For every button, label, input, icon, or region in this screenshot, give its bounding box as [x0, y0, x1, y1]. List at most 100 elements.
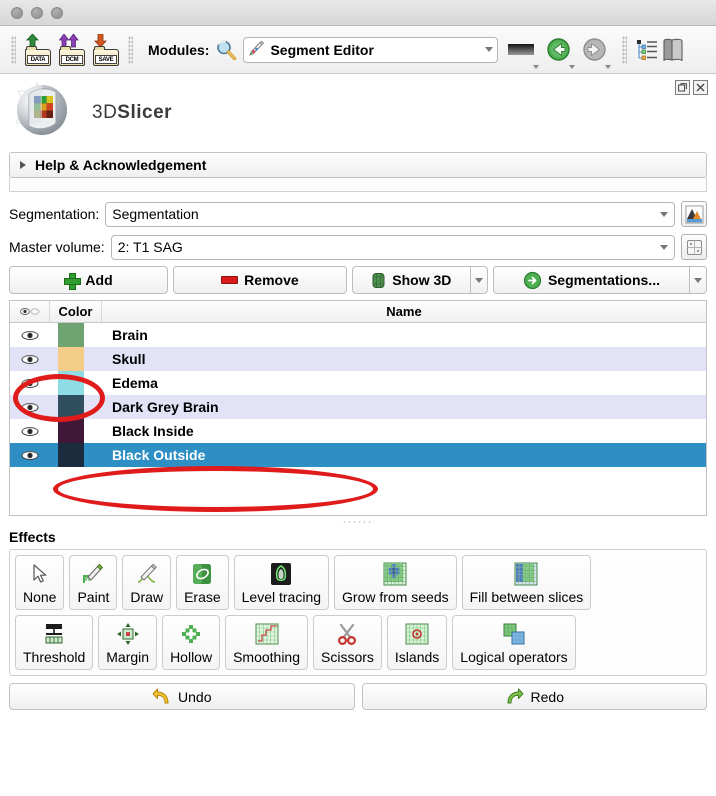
toolbar-grip-2[interactable] [128, 35, 133, 64]
segment-row[interactable]: Edema [10, 371, 706, 395]
forward-history-chevron-icon[interactable] [605, 65, 612, 69]
module-selector-value: Segment Editor [270, 41, 374, 58]
effect-label: Logical operators [460, 649, 568, 665]
load-data-button[interactable]: DATA [23, 33, 53, 66]
segment-visibility-toggle[interactable] [10, 371, 50, 395]
effect-label: Paint [77, 589, 110, 605]
effect-button-grow-from-seeds[interactable]: Grow from seeds [334, 555, 457, 610]
show-3d-label: Show 3D [392, 272, 452, 288]
segment-color-cell[interactable] [50, 347, 102, 371]
effect-button-none[interactable]: None [15, 555, 65, 610]
redo-button[interactable]: Redo [361, 683, 707, 710]
main-toolbar: DATA DCM SAVE Modules: Segment Editor [0, 26, 716, 74]
favorites-chevron-down-icon[interactable] [533, 65, 540, 69]
load-dicom-label: DCM [61, 54, 83, 64]
window-close-dot[interactable] [11, 6, 23, 19]
segmentations-label: Segmentations... [547, 272, 660, 288]
save-data-button[interactable]: SAVE [91, 33, 121, 66]
segment-color-cell[interactable] [50, 419, 102, 443]
segment-visibility-toggle[interactable] [10, 395, 50, 419]
extensions-manager-icon[interactable] [662, 37, 684, 63]
visibility-column-header[interactable] [10, 301, 50, 322]
show-3d-icon [372, 272, 385, 288]
eye-icon [21, 354, 39, 364]
help-section-body [9, 178, 707, 192]
close-panel-button[interactable] [693, 80, 708, 95]
toolbar-grip[interactable] [11, 35, 16, 64]
segment-visibility-toggle[interactable] [10, 347, 50, 371]
effect-button-threshold[interactable]: Threshold [15, 615, 94, 670]
segment-color-cell[interactable] [50, 323, 102, 347]
effect-button-fill-between-slices[interactable]: Fill between slices [461, 555, 592, 610]
chevron-down-icon [660, 211, 668, 217]
segment-color-cell[interactable] [50, 443, 102, 467]
segment-visibility-toggle[interactable] [10, 419, 50, 443]
effect-button-smoothing[interactable]: Smoothing [225, 615, 309, 670]
segment-table: Color Name Brain Skull Edema Dark Grey Brai… [9, 300, 707, 516]
segment-name-cell[interactable]: Brain [102, 323, 706, 347]
back-history-chevron-icon[interactable] [569, 65, 576, 69]
effect-button-draw[interactable]: Draw [122, 555, 172, 610]
master-volume-label: Master volume: [9, 239, 105, 255]
slicer-logo-icon [15, 81, 67, 135]
segmentation-combobox[interactable]: Segmentation [105, 201, 675, 227]
undo-button[interactable]: Undo [9, 683, 355, 710]
toolbar-grip-3[interactable] [622, 35, 628, 64]
effect-button-logical-operators[interactable]: Logical operators [452, 615, 576, 670]
segmentations-options-button[interactable] [689, 266, 707, 294]
segment-row[interactable]: Dark Grey Brain [10, 395, 706, 419]
panel-splitter[interactable] [9, 516, 707, 528]
effect-button-scissors[interactable]: Scissors [313, 615, 382, 670]
segment-name-cell[interactable]: Skull [102, 347, 706, 371]
segment-row[interactable]: Black Inside [10, 419, 706, 443]
effect-button-margin[interactable]: Margin [98, 615, 158, 670]
effect-button-paint[interactable]: Paint [69, 555, 118, 610]
segment-name-cell[interactable]: Dark Grey Brain [102, 395, 706, 419]
window-zoom-dot[interactable] [51, 6, 63, 19]
add-segment-button[interactable]: Add [9, 266, 169, 294]
load-data-label: DATA [27, 54, 49, 64]
segment-name-cell[interactable]: Black Outside [102, 443, 706, 467]
segment-row[interactable]: Black Outside [10, 443, 706, 467]
name-column-header[interactable]: Name [102, 301, 706, 322]
segmentations-button[interactable]: Segmentations... [492, 266, 689, 294]
segment-row[interactable]: Skull [10, 347, 706, 371]
segment-visibility-toggle[interactable] [10, 443, 50, 467]
show-3d-options-button[interactable] [469, 266, 488, 294]
effect-label: Scissors [321, 649, 374, 665]
folder-shape: DATA [25, 45, 51, 66]
effect-label: Erase [184, 589, 221, 605]
level-tracing-icon [268, 561, 294, 587]
segment-row[interactable]: Brain [10, 323, 706, 347]
segment-color-cell[interactable] [50, 371, 102, 395]
segmentation-display-button[interactable] [681, 201, 707, 227]
color-column-header[interactable]: Color [50, 301, 102, 322]
search-icon[interactable] [215, 39, 237, 61]
master-volume-combobox[interactable]: 2: T1 SAG [110, 234, 675, 260]
load-dicom-button[interactable]: DCM [57, 33, 87, 66]
eye-icon [21, 402, 39, 412]
effect-button-hollow[interactable]: Hollow [162, 615, 221, 670]
window-minimize-dot[interactable] [31, 6, 43, 19]
module-selector-combobox[interactable]: Segment Editor [243, 36, 499, 63]
volume-node-icon [686, 239, 702, 255]
show-3d-button[interactable]: Show 3D [351, 266, 470, 294]
effect-button-islands[interactable]: Islands [386, 615, 448, 670]
favorite-modules-swatch[interactable] [508, 44, 535, 55]
back-arrow-icon[interactable] [546, 37, 571, 62]
segment-visibility-toggle[interactable] [10, 323, 50, 347]
undock-panel-button[interactable] [675, 80, 690, 95]
forward-arrow-icon[interactable] [582, 37, 607, 62]
volume-display-button[interactable] [681, 234, 707, 260]
effect-button-erase[interactable]: Erase [176, 555, 229, 610]
module-panel: Help & Acknowledgement Segmentation: Seg… [0, 152, 716, 710]
effect-button-level-tracing[interactable]: Level tracing [233, 555, 330, 610]
remove-segment-button[interactable]: Remove [173, 266, 347, 294]
segment-name-cell[interactable]: Edema [102, 371, 706, 395]
help-acknowledgement-section[interactable]: Help & Acknowledgement [9, 152, 707, 178]
segment-name-cell[interactable]: Black Inside [102, 419, 706, 443]
module-tree-icon[interactable] [634, 37, 660, 63]
paintbrush-icon [80, 561, 106, 587]
chevron-down-icon [660, 244, 668, 250]
segment-color-cell[interactable] [50, 395, 102, 419]
